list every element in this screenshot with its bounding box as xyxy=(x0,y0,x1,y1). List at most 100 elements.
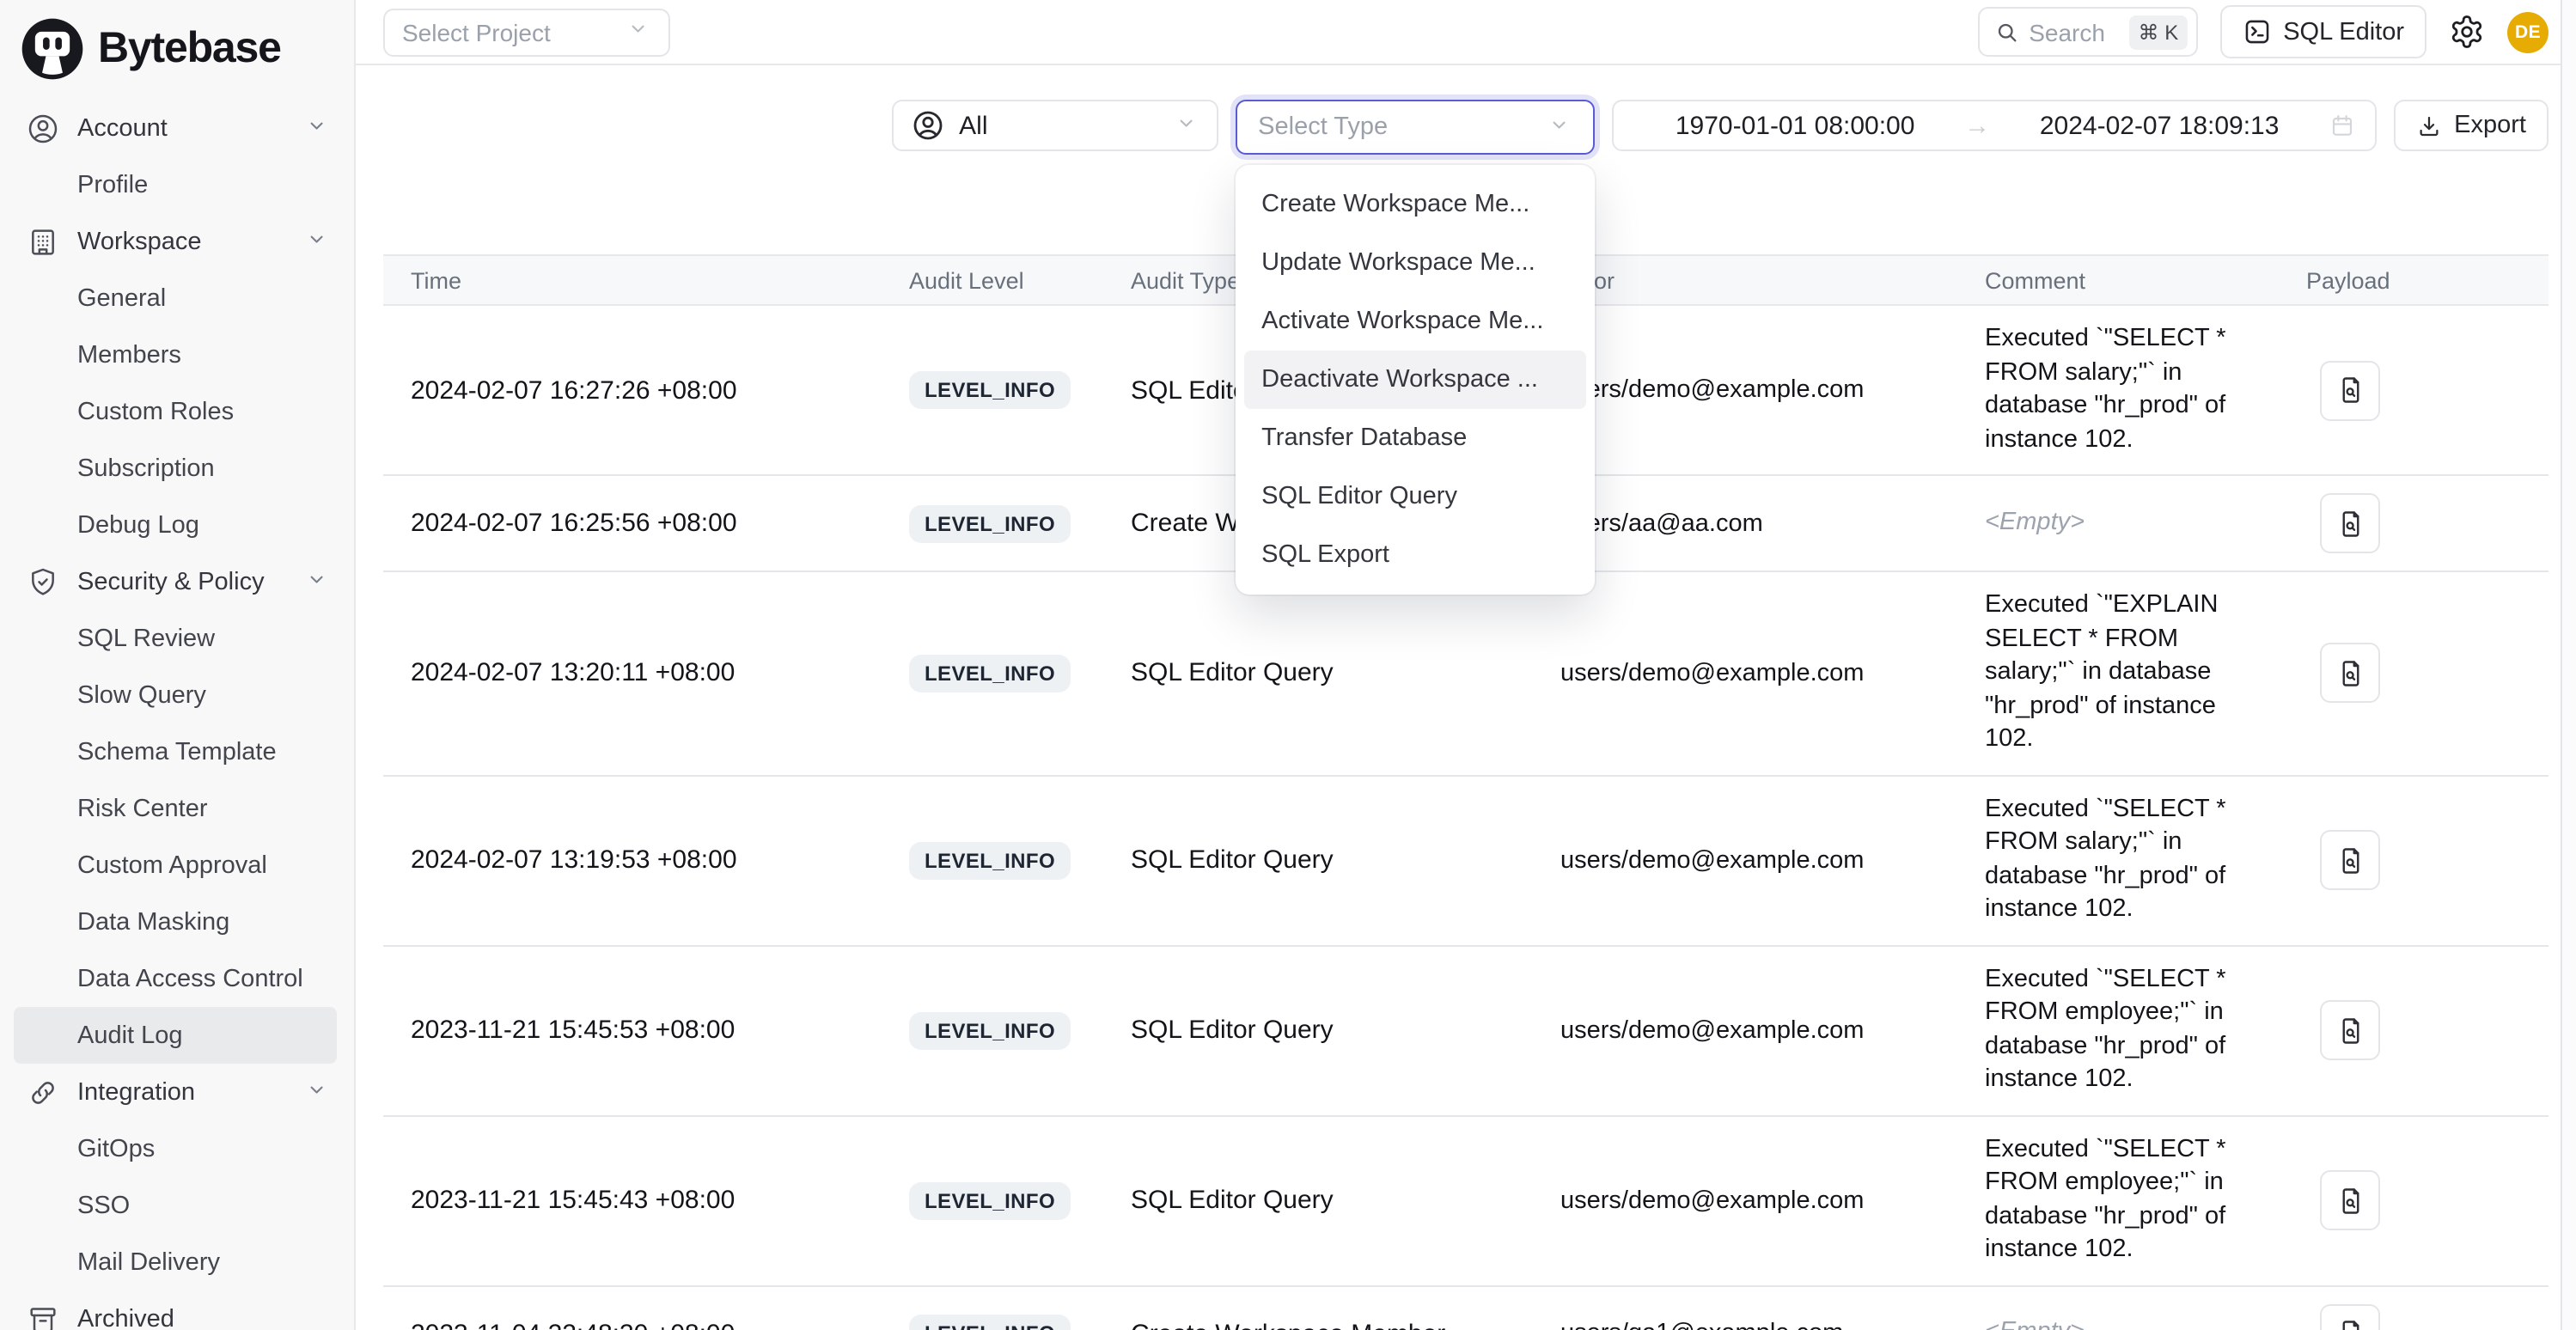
cell-time: 2023-11-21 15:45:43 +08:00 xyxy=(383,1115,882,1285)
sidebar-item-data-masking[interactable]: Data Masking xyxy=(0,894,354,950)
sidebar-item-label: Account xyxy=(77,114,168,142)
sidebar-item-account[interactable]: Account xyxy=(0,100,354,156)
export-label: Export xyxy=(2454,112,2526,139)
terminal-icon xyxy=(2242,17,2271,46)
chevron-down-icon xyxy=(308,230,330,253)
sidebar-item-label: Risk Center xyxy=(77,795,208,822)
menu-item-update-workspace-member[interactable]: Update Workspace Me... xyxy=(1236,234,1595,292)
payload-button[interactable] xyxy=(2320,830,2380,890)
level-badge: LEVEL_INFO xyxy=(909,1181,1071,1219)
user-circle-icon xyxy=(26,111,60,145)
cell-time: 2024-02-07 16:27:26 +08:00 xyxy=(383,305,882,475)
payload-button[interactable] xyxy=(2320,1170,2380,1230)
payload-button[interactable] xyxy=(2320,493,2380,553)
date-end-value: 2024-02-07 18:09:13 xyxy=(1997,111,2322,140)
sidebar-item-integration[interactable]: Integration xyxy=(0,1064,354,1120)
file-search-icon xyxy=(2335,508,2365,539)
sidebar-item-label: Debug Log xyxy=(77,511,199,539)
level-badge: LEVEL_INFO xyxy=(909,1315,1071,1330)
sidebar-item-risk-center[interactable]: Risk Center xyxy=(0,780,354,837)
sidebar-item-label: SSO xyxy=(77,1192,130,1219)
search-shortcut-badge: ⌘ K xyxy=(2130,15,2188,49)
sidebar-item-members[interactable]: Members xyxy=(0,326,354,383)
menu-item-sql-export[interactable]: SQL Export xyxy=(1236,526,1595,584)
filter-bar: All Select Type Create Workspace Me... U… xyxy=(356,65,2576,254)
sidebar-item-schema-template[interactable]: Schema Template xyxy=(0,723,354,780)
cell-level: LEVEL_INFO xyxy=(882,945,1103,1115)
payload-button[interactable] xyxy=(2320,1000,2380,1060)
cell-actor: users/qa1@example.com xyxy=(1533,1285,1957,1330)
cell-level: LEVEL_INFO xyxy=(882,1115,1103,1285)
sidebar-item-general[interactable]: General xyxy=(0,270,354,326)
table-row: 2023-11-04 22:48:30 +08:00 LEVEL_INFO Cr… xyxy=(383,1285,2549,1330)
user-filter-value: All xyxy=(959,111,987,140)
building-icon xyxy=(26,224,60,259)
type-select[interactable]: Select Type xyxy=(1236,100,1595,155)
sidebar-item-data-access-control[interactable]: Data Access Control xyxy=(0,950,354,1007)
sidebar-item-label: Data Masking xyxy=(77,908,229,936)
payload-button[interactable] xyxy=(2320,644,2380,704)
sql-editor-label: SQL Editor xyxy=(2283,18,2404,46)
project-select[interactable]: Select Project xyxy=(383,8,670,56)
brand-logo[interactable]: Bytebase xyxy=(0,0,354,89)
app-window: Bytebase Account Profile Workspace Gener… xyxy=(0,0,2576,1330)
sidebar-item-security-policy[interactable]: Security & Policy xyxy=(0,553,354,610)
cell-level: LEVEL_INFO xyxy=(882,775,1103,945)
sidebar-item-label: Data Access Control xyxy=(77,965,303,992)
chevron-down-icon xyxy=(308,570,330,593)
cell-payload xyxy=(2279,945,2549,1115)
file-search-icon xyxy=(2335,1185,2365,1216)
cell-actor: users/demo@example.com xyxy=(1533,305,1957,475)
date-range-picker[interactable]: 1970-01-01 08:00:00 → 2024-02-07 18:09:1… xyxy=(1612,100,2377,151)
table-row: 2024-02-07 13:20:11 +08:00 LEVEL_INFO SQ… xyxy=(383,571,2549,775)
cell-type: Create Workspace Member xyxy=(1103,1285,1533,1330)
sidebar-item-label: Profile xyxy=(77,171,148,198)
payload-button[interactable] xyxy=(2320,360,2380,420)
sidebar-item-debug-log[interactable]: Debug Log xyxy=(0,497,354,553)
link-icon xyxy=(26,1075,60,1109)
file-search-icon xyxy=(2335,1318,2365,1330)
search-icon xyxy=(1994,20,2018,44)
sidebar-item-slow-query[interactable]: Slow Query xyxy=(0,667,354,723)
payload-button[interactable] xyxy=(2320,1303,2380,1330)
sidebar-item-audit-log[interactable]: Audit Log xyxy=(14,1007,337,1064)
menu-item-activate-workspace-member[interactable]: Activate Workspace Me... xyxy=(1236,292,1595,351)
menu-item-transfer-database[interactable]: Transfer Database xyxy=(1236,409,1595,467)
sidebar-item-archived[interactable]: Archived xyxy=(0,1290,354,1330)
cell-comment: Executed `"EXPLAIN SELECT * FROM salary;… xyxy=(1957,571,2279,775)
cell-payload xyxy=(2279,775,2549,945)
sql-editor-button[interactable]: SQL Editor xyxy=(2219,5,2426,58)
search-input[interactable]: Search ⌘ K xyxy=(1977,7,2197,57)
page-scrollbar[interactable] xyxy=(2561,0,2576,1330)
calendar-icon xyxy=(2329,112,2356,139)
sidebar-item-profile[interactable]: Profile xyxy=(0,156,354,213)
cell-comment: Executed `"SELECT * FROM employee;"` in … xyxy=(1957,1115,2279,1285)
sidebar-item-custom-approval[interactable]: Custom Approval xyxy=(0,837,354,894)
sidebar-item-subscription[interactable]: Subscription xyxy=(0,440,354,497)
sidebar-item-mail-delivery[interactable]: Mail Delivery xyxy=(0,1234,354,1290)
sidebar-item-label: SQL Review xyxy=(77,625,215,652)
gear-icon[interactable] xyxy=(2449,14,2485,50)
table-row: 2024-02-07 13:19:53 +08:00 LEVEL_INFO SQ… xyxy=(383,775,2549,945)
project-select-placeholder: Select Project xyxy=(402,18,551,46)
sidebar-item-label: Custom Approval xyxy=(77,851,267,879)
sidebar-item-workspace[interactable]: Workspace xyxy=(0,213,354,270)
sidebar-item-sql-review[interactable]: SQL Review xyxy=(0,610,354,667)
menu-item-sql-editor-query[interactable]: SQL Editor Query xyxy=(1236,467,1595,526)
export-button[interactable]: Export xyxy=(2394,100,2549,151)
sidebar-item-label: General xyxy=(77,284,166,312)
sidebar-item-sso[interactable]: SSO xyxy=(0,1177,354,1234)
user-filter-select[interactable]: All xyxy=(892,100,1218,151)
cell-actor: users/aa@aa.com xyxy=(1533,475,1957,571)
menu-item-create-workspace-member[interactable]: Create Workspace Me... xyxy=(1236,175,1595,234)
sidebar-item-label: Archived xyxy=(77,1305,174,1330)
sidebar-item-label: Schema Template xyxy=(77,738,277,766)
menu-item-deactivate-workspace-member[interactable]: Deactivate Workspace ... xyxy=(1244,351,1586,409)
cell-comment: <Empty> xyxy=(1957,475,2279,571)
level-badge: LEVEL_INFO xyxy=(909,371,1071,409)
sidebar-item-label: Security & Policy xyxy=(77,568,265,595)
sidebar-item-custom-roles[interactable]: Custom Roles xyxy=(0,383,354,440)
avatar[interactable]: DE xyxy=(2507,11,2549,52)
sidebar-item-gitops[interactable]: GitOps xyxy=(0,1120,354,1177)
topbar: Select Project Search ⌘ K SQL Editor DE xyxy=(356,0,2576,65)
